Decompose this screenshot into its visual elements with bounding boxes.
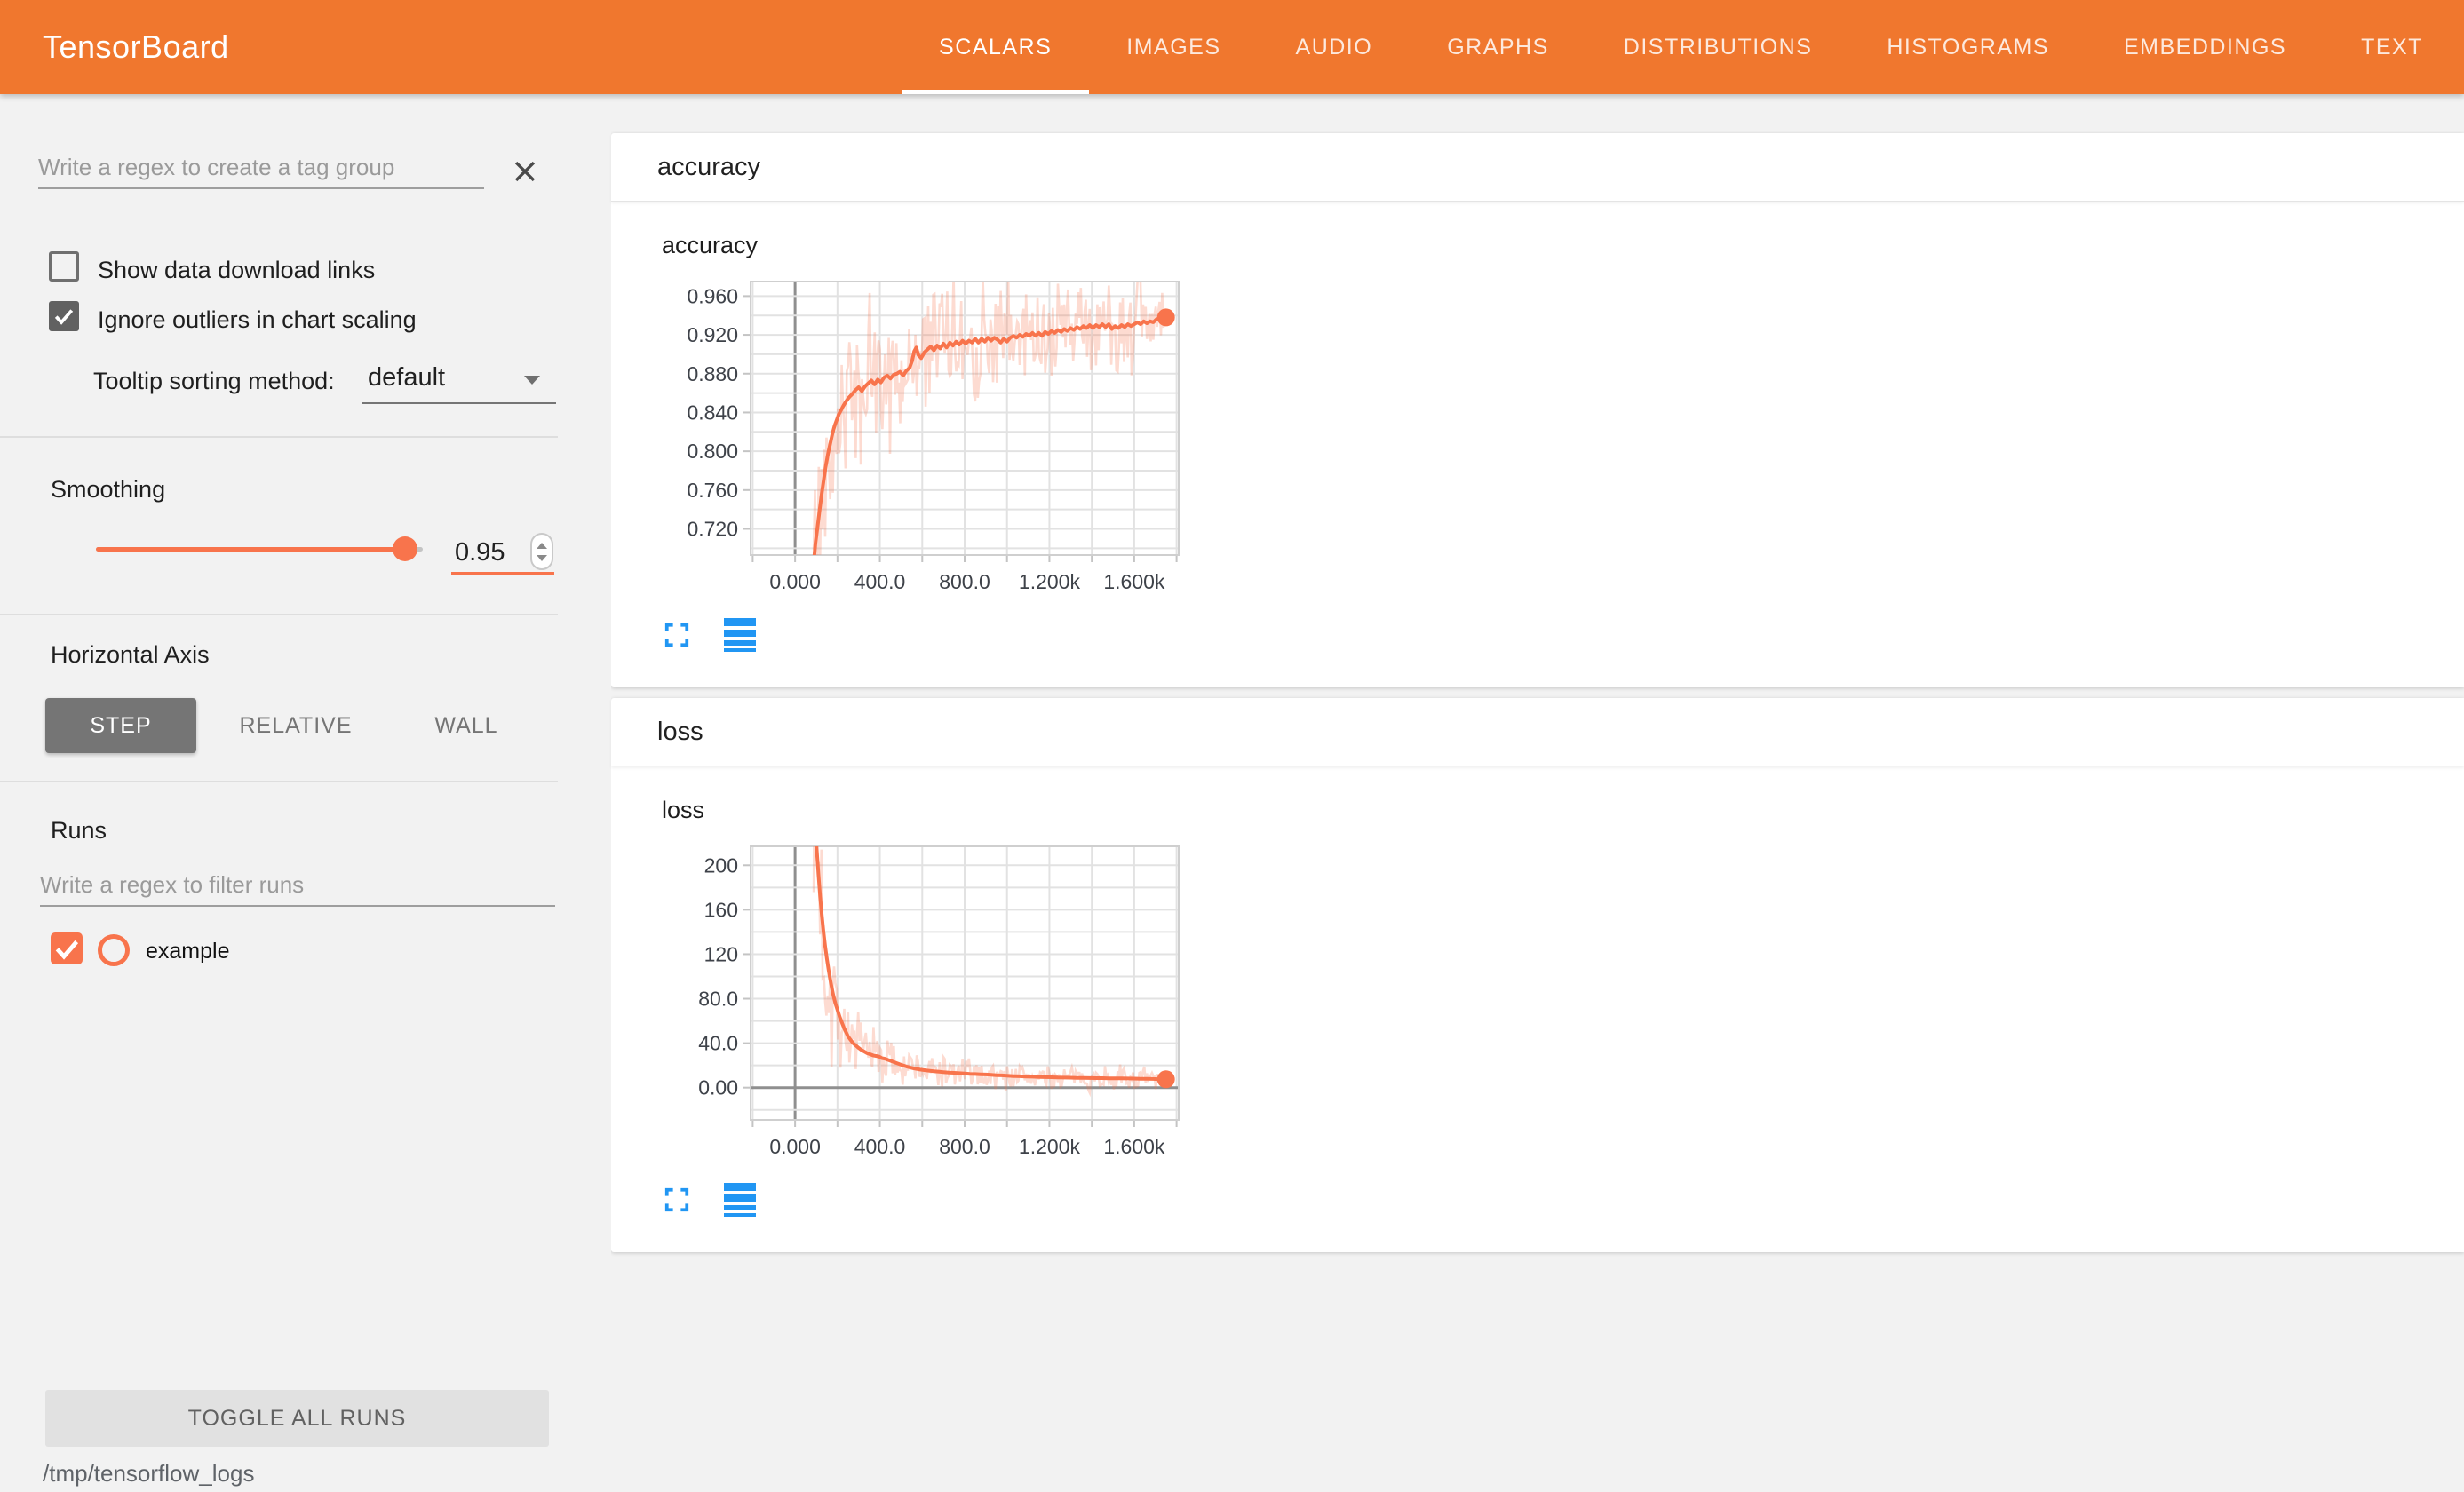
run-color-swatch xyxy=(98,934,130,966)
divider xyxy=(0,614,558,615)
tooltip-sorting-label: Tooltip sorting method: xyxy=(93,368,335,395)
ignore-outliers-label: Ignore outliers in chart scaling xyxy=(98,306,417,334)
tab-images[interactable]: IMAGES xyxy=(1089,0,1258,94)
group-title: accuracy xyxy=(657,153,760,182)
dropdown-underline xyxy=(362,402,556,404)
group-title: loss xyxy=(657,718,703,747)
app-title: TensorBoard xyxy=(43,0,229,94)
chevron-down-icon xyxy=(524,376,540,385)
show-download-links-checkbox[interactable] xyxy=(49,251,79,282)
group-body: accuracy 0.000 400.0 800.0 1.200k 1.600k 0.72… xyxy=(611,202,2464,687)
run-example-label: example xyxy=(146,939,230,964)
runs-title: Runs xyxy=(51,817,107,845)
svg-text:0.720: 0.720 xyxy=(687,518,738,541)
main-nav: SCALARS IMAGES AUDIO GRAPHS DISTRIBUTION… xyxy=(902,0,2460,94)
svg-text:0.880: 0.880 xyxy=(687,362,738,385)
svg-text:0.000: 0.000 xyxy=(769,1135,821,1158)
accuracy-chart[interactable]: 0.000 400.0 800.0 1.200k 1.600k 0.720 0.760 0.8… xyxy=(662,268,1239,613)
sidebar: Show data download links Ignore outliers… xyxy=(0,94,611,1492)
smoothing-slider-fill xyxy=(96,547,405,552)
svg-text:800.0: 800.0 xyxy=(939,570,990,593)
tab-histograms[interactable]: HISTOGRAMS xyxy=(1849,0,2086,94)
run-selector-icon[interactable] xyxy=(724,618,756,652)
svg-text:0.960: 0.960 xyxy=(687,284,738,307)
svg-text:0.760: 0.760 xyxy=(687,479,738,502)
tooltip-sorting-value: default xyxy=(368,363,445,392)
tab-audio[interactable]: AUDIO xyxy=(1259,0,1411,94)
ignore-outliers-checkbox[interactable] xyxy=(49,301,79,331)
svg-text:80.0: 80.0 xyxy=(698,988,738,1011)
smoothing-slider[interactable] xyxy=(96,547,423,552)
smoothing-value-input[interactable]: 0.95 xyxy=(455,538,505,567)
top-bar: TensorBoard SCALARS IMAGES AUDIO GRAPHS … xyxy=(0,0,2464,94)
fullscreen-icon[interactable] xyxy=(664,622,690,648)
svg-text:0.000: 0.000 xyxy=(769,570,821,593)
smoothing-stepper[interactable] xyxy=(530,533,553,570)
stepper-down-icon[interactable] xyxy=(537,555,547,561)
svg-text:400.0: 400.0 xyxy=(854,570,906,593)
chart-title: loss xyxy=(662,797,2464,824)
tooltip-sorting-dropdown[interactable]: default xyxy=(368,363,556,393)
show-download-links-label: Show data download links xyxy=(98,257,375,284)
svg-text:1.600k: 1.600k xyxy=(1103,1135,1165,1158)
svg-text:160: 160 xyxy=(704,898,738,921)
svg-text:1.200k: 1.200k xyxy=(1019,1135,1081,1158)
smoothing-value-underline xyxy=(451,572,554,575)
stepper-up-icon[interactable] xyxy=(537,543,547,549)
tab-graphs[interactable]: GRAPHS xyxy=(1410,0,1586,94)
divider xyxy=(0,781,558,782)
smoothing-slider-thumb[interactable] xyxy=(393,536,417,561)
run-selector-icon[interactable] xyxy=(724,1183,756,1217)
axis-wall-button[interactable]: WALL xyxy=(386,698,546,753)
svg-text:400.0: 400.0 xyxy=(854,1135,906,1158)
group-header-loss[interactable]: loss xyxy=(611,698,2464,766)
axis-relative-button[interactable]: RELATIVE xyxy=(216,698,376,753)
tag-group-loss: loss loss 0.000400.0800.01.200k1.600k0.0… xyxy=(611,698,2464,1252)
tab-scalars[interactable]: SCALARS xyxy=(902,0,1089,94)
svg-text:40.0: 40.0 xyxy=(698,1032,738,1055)
chart-title: accuracy xyxy=(662,232,2464,259)
svg-text:0.00: 0.00 xyxy=(698,1076,738,1099)
log-directory-path: /tmp/tensorflow_logs xyxy=(43,1460,254,1488)
tensorboard-app: TensorBoard SCALARS IMAGES AUDIO GRAPHS … xyxy=(0,0,2464,1492)
fullscreen-icon[interactable] xyxy=(664,1186,690,1213)
svg-text:0.920: 0.920 xyxy=(687,323,738,346)
svg-text:0.840: 0.840 xyxy=(687,401,738,424)
svg-text:1.600k: 1.600k xyxy=(1103,570,1165,593)
smoothing-label: Smoothing xyxy=(51,476,165,504)
dashboard-main: accuracy accuracy 0.000 400.0 800.0 1.200k 1… xyxy=(611,94,2464,1492)
tag-group-accuracy: accuracy accuracy 0.000 400.0 800.0 1.200k 1… xyxy=(611,133,2464,687)
horizontal-axis-label: Horizontal Axis xyxy=(51,641,210,669)
runs-filter-input[interactable] xyxy=(40,864,555,907)
run-example-checkbox[interactable] xyxy=(51,932,83,964)
svg-text:0.800: 0.800 xyxy=(687,440,738,463)
toggle-all-runs-button[interactable]: TOGGLE ALL RUNS xyxy=(45,1390,549,1447)
divider xyxy=(0,436,558,438)
svg-text:120: 120 xyxy=(704,942,738,965)
tag-regex-input[interactable] xyxy=(38,147,484,189)
group-header-accuracy[interactable]: accuracy xyxy=(611,133,2464,202)
loss-chart[interactable]: 0.000 400.0 800.0 1.200k 1.600k 0.00 40.0 80.0 1… xyxy=(662,833,1239,1178)
svg-text:1.200k: 1.200k xyxy=(1019,570,1081,593)
svg-text:200: 200 xyxy=(704,853,738,877)
chart-actions xyxy=(664,1183,2464,1217)
axis-step-button[interactable]: STEP xyxy=(45,698,196,753)
tab-text[interactable]: TEXT xyxy=(2324,0,2460,94)
close-icon[interactable] xyxy=(510,156,540,191)
tab-distributions[interactable]: DISTRIBUTIONS xyxy=(1586,0,1850,94)
chart-actions xyxy=(664,618,2464,652)
group-body: loss 0.000 400.0 800.0 1.200k 1.600k 0.00 40.0… xyxy=(611,766,2464,1252)
tab-embeddings[interactable]: EMBEDDINGS xyxy=(2086,0,2324,94)
svg-text:800.0: 800.0 xyxy=(939,1135,990,1158)
